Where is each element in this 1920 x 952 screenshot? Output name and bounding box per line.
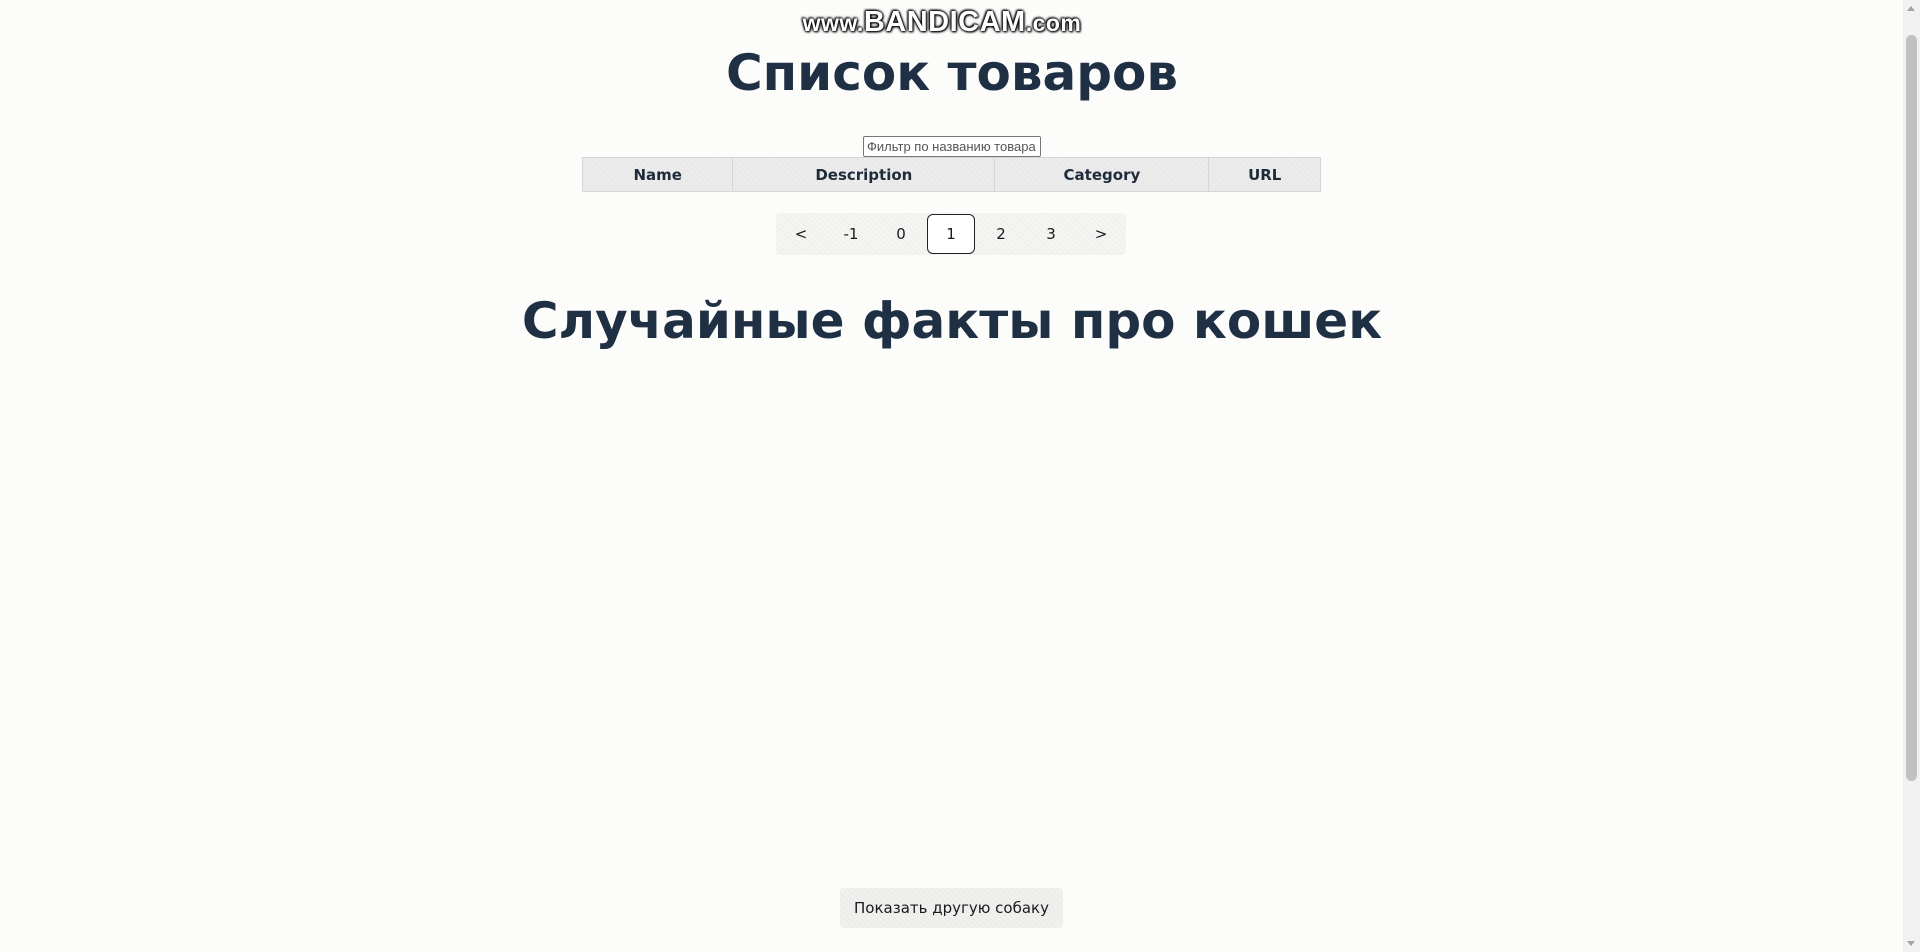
show-another-dog-button[interactable]: Показать другую собаку — [840, 888, 1063, 928]
bandicam-watermark: www.BANDICAM.com — [0, 6, 1884, 39]
cat-facts-title: Случайные факты про кошек — [521, 292, 1383, 350]
product-filter-input[interactable] — [863, 136, 1041, 157]
products-title: Список товаров — [725, 44, 1179, 102]
header-row: Name Description Category URL — [581, 157, 1321, 192]
column-header-category: Category — [994, 157, 1210, 192]
scroll-down-arrow-icon[interactable] — [1907, 941, 1915, 946]
column-header-url: URL — [1208, 157, 1321, 192]
prev-page-button[interactable]: < — [777, 214, 825, 254]
next-page-button[interactable]: > — [1077, 214, 1125, 254]
products-table-header: Name Description Category URL — [581, 157, 1321, 192]
page-button-2[interactable]: 2 — [977, 214, 1025, 254]
page-button-3[interactable]: 3 — [1027, 214, 1075, 254]
watermark-suffix: .com — [1025, 10, 1082, 36]
column-header-name: Name — [581, 157, 734, 192]
scrollbar-thumb[interactable] — [1906, 35, 1917, 781]
page: www.BANDICAM.com Список товаров Name Des… — [0, 0, 1920, 952]
vertical-scrollbar[interactable] — [1903, 0, 1920, 952]
pagination: < -1 0 1 2 3 > — [776, 213, 1126, 255]
column-header-description: Description — [732, 157, 996, 192]
page-button-0[interactable]: 0 — [877, 214, 925, 254]
products-table: Name Description Category URL — [581, 157, 1321, 192]
watermark-prefix: www. — [802, 10, 864, 36]
scroll-up-arrow-icon[interactable] — [1907, 6, 1915, 11]
page-button-1-current[interactable]: 1 — [927, 214, 975, 254]
watermark-brand: BANDICAM — [863, 6, 1026, 38]
page-button-minus-1[interactable]: -1 — [827, 214, 875, 254]
